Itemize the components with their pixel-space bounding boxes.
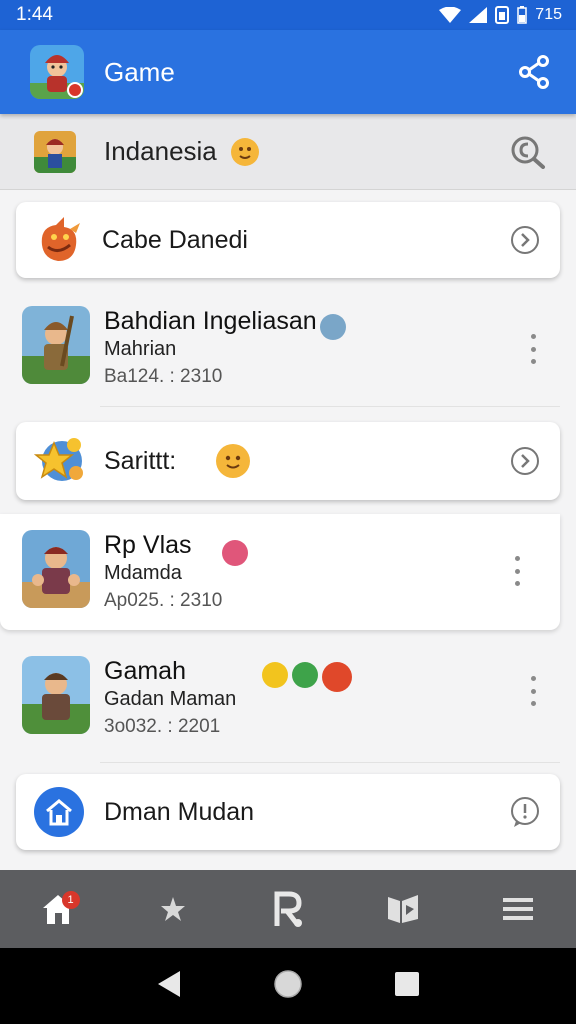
wifi-icon	[439, 7, 462, 23]
status-bar: 1:44 715	[0, 0, 576, 30]
more-options-button[interactable]	[526, 676, 540, 706]
item-meta: 3o032. : 2201	[104, 716, 221, 737]
chevron-right-circle-icon	[511, 226, 539, 254]
chevron-right-circle-icon	[511, 447, 539, 475]
list-card[interactable]: Dman Mudan	[16, 774, 560, 850]
search-text: Indanesia	[104, 136, 217, 166]
back-icon	[157, 970, 180, 997]
card-label: Dman Mudan	[104, 797, 255, 826]
item-subtitle: Gadan Maman	[104, 688, 237, 710]
app-bar: Game	[0, 30, 576, 114]
smiley-icon	[216, 444, 251, 478]
nav-library-button[interactable]	[375, 881, 431, 937]
home-icon	[34, 787, 84, 837]
more-options-button[interactable]	[510, 556, 524, 586]
bottom-nav: 1	[0, 870, 576, 948]
nav-profile-button[interactable]	[260, 881, 316, 937]
ranger-icon	[22, 656, 90, 734]
status-time: 1:44	[16, 4, 53, 25]
divider	[100, 406, 560, 407]
nav-menu-button[interactable]	[490, 881, 546, 937]
more-icon	[530, 334, 536, 339]
warrior-icon	[22, 306, 90, 384]
divider	[100, 762, 560, 763]
card-label: Sarittt:	[104, 446, 177, 475]
sun-icon	[262, 662, 288, 688]
share-button[interactable]	[514, 52, 554, 92]
signal-icon	[469, 7, 488, 23]
search-row[interactable]: Indanesia	[0, 114, 576, 190]
menu-icon	[503, 898, 534, 920]
nav-home-button[interactable]: 1	[30, 881, 86, 937]
card-label: Cabe Danedi	[102, 225, 248, 254]
fighter-icon	[22, 530, 90, 608]
item-meta: Ap025. : 2310	[104, 590, 223, 611]
open-button[interactable]	[508, 444, 542, 478]
list-item[interactable]: Gamah Gadan Maman 3o032. : 2201	[0, 656, 576, 760]
search-icon	[511, 136, 545, 169]
battery-icon	[517, 6, 528, 24]
book-icon	[388, 895, 419, 923]
open-button[interactable]	[508, 223, 542, 257]
badge-icons	[262, 662, 352, 692]
leaf-icon	[292, 662, 318, 688]
item-meta: Ba124. : 2310	[104, 366, 223, 387]
chat-button[interactable]	[508, 795, 542, 829]
star-icon	[160, 897, 185, 921]
balloon-icon	[222, 540, 248, 566]
list-card[interactable]: Sarittt:	[16, 422, 560, 500]
item-title: Rp Vlas	[104, 531, 192, 559]
system-nav-bar	[0, 948, 576, 1024]
emoji-icon	[320, 314, 346, 340]
list-card[interactable]: Cabe Danedi	[16, 202, 560, 278]
item-title: Gamah	[104, 657, 186, 685]
more-icon	[514, 556, 520, 561]
more-icon	[530, 676, 536, 681]
share-icon	[519, 55, 549, 89]
r-icon	[274, 891, 302, 927]
dragon-icon	[34, 215, 84, 265]
nav-favorites-button[interactable]	[145, 881, 201, 937]
chat-bubble-icon	[511, 797, 539, 827]
recents-icon	[395, 971, 420, 996]
content-list: Cabe Danedi Bahdian Ingeliasan Mahrian B…	[0, 190, 576, 870]
recents-button[interactable]	[394, 971, 420, 1002]
search-button[interactable]	[506, 130, 550, 174]
item-subtitle: Mahrian	[104, 338, 177, 360]
sim-icon	[495, 6, 510, 24]
battery-text: 715	[535, 6, 562, 23]
app-title: Game	[104, 56, 175, 87]
fire-icon	[322, 662, 352, 692]
item-title: Bahdian Ingeliasan	[104, 307, 317, 335]
star-icon	[32, 433, 88, 489]
back-button[interactable]	[156, 969, 182, 1004]
item-subtitle: Mdamda	[104, 562, 182, 584]
circle-home-icon	[274, 969, 302, 998]
list-item[interactable]: Rp Vlas Mdamda Ap025. : 2310	[0, 514, 560, 630]
region-thumbnail	[34, 130, 76, 173]
status-icons: 715	[439, 6, 562, 24]
notification-badge: 1	[61, 891, 80, 909]
smiley-icon	[230, 137, 259, 166]
home-system-button[interactable]	[273, 969, 303, 1004]
game-character-icon[interactable]	[30, 45, 84, 99]
list-item[interactable]: Bahdian Ingeliasan Mahrian Ba124. : 2310	[0, 306, 576, 406]
more-options-button[interactable]	[526, 334, 540, 364]
